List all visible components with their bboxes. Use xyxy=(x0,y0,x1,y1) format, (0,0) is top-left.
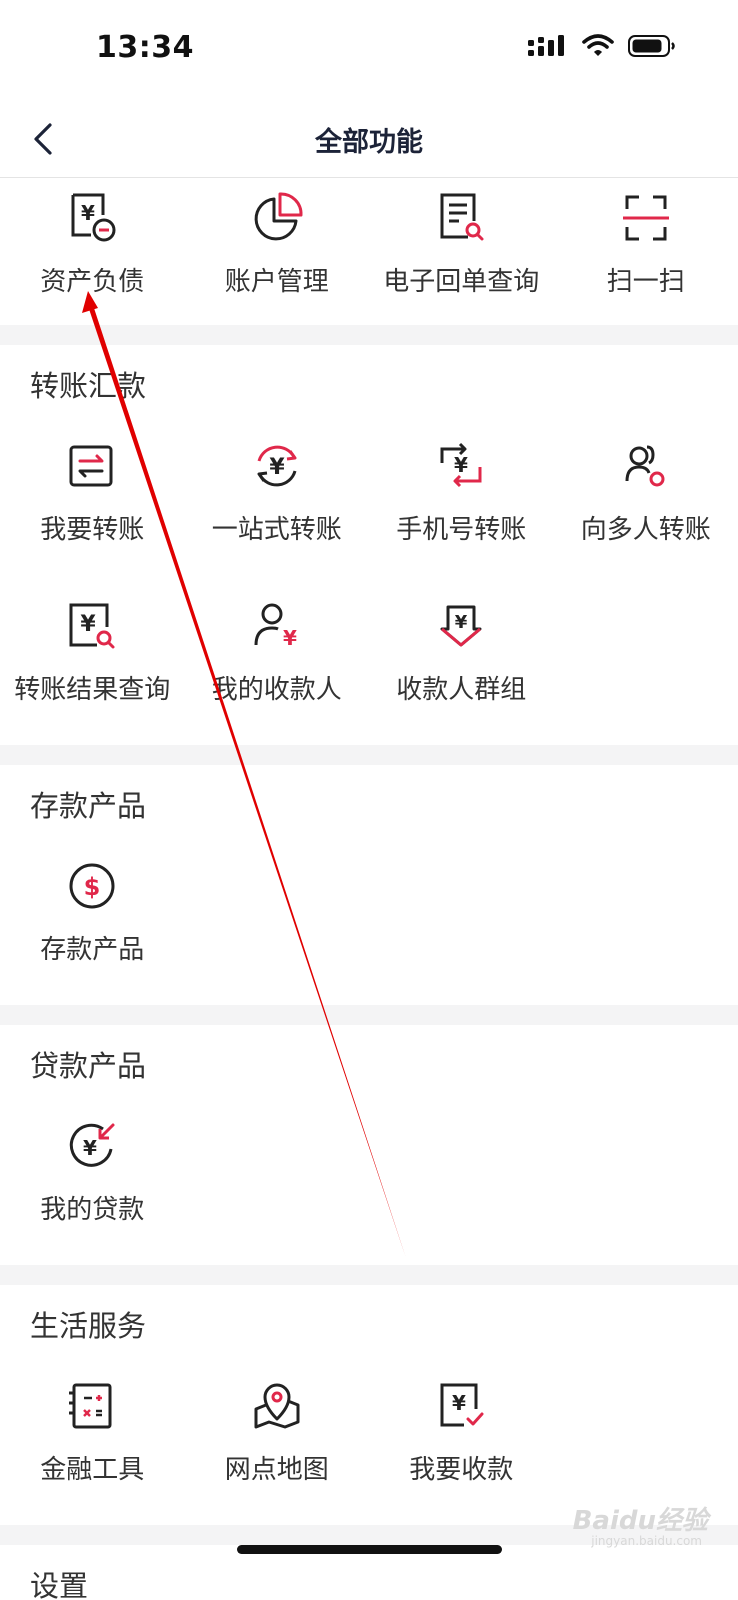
dollar-circle-icon: $ xyxy=(65,859,119,913)
home-indicator[interactable] xyxy=(237,1545,502,1554)
grid-item-label: 资产负债 xyxy=(40,267,145,297)
section-separator xyxy=(0,1005,738,1025)
status-icons xyxy=(528,34,676,58)
grid-item-label: 存款产品 xyxy=(40,935,145,965)
section-deposit: 存款产品 $ 存款产品 xyxy=(0,765,738,1005)
grid-item-label: 收款人群组 xyxy=(396,675,527,705)
grid-item-my-loans[interactable]: ¥ 我的贷款 xyxy=(0,1105,185,1265)
receipt-search-icon xyxy=(434,191,488,245)
transfer-icon xyxy=(65,439,119,493)
phone-transfer-icon: ¥ xyxy=(434,439,488,493)
payee-icon: ¥ xyxy=(250,599,304,653)
battery-icon xyxy=(628,35,675,57)
screen: 13:34 全部功能 ¥ 资产负债 账户管理 电子回单查询 扫一扫 转账汇款 我… xyxy=(0,0,738,1600)
grid-item-label: 扫一扫 xyxy=(606,267,685,297)
svg-text:¥: ¥ xyxy=(83,1136,97,1160)
grid-item-label: 账户管理 xyxy=(224,267,329,297)
loan-icon: ¥ xyxy=(65,1119,119,1173)
section-separator xyxy=(0,745,738,765)
function-list: ¥ 资产负债 账户管理 电子回单查询 扫一扫 转账汇款 我要转账 ¥ 一站式转账… xyxy=(0,179,738,1600)
grid-item-label: 金融工具 xyxy=(40,1455,145,1485)
grid-item-transfer-result-query[interactable]: ¥ 转账结果查询 xyxy=(0,585,185,745)
grid-item-deposit-products[interactable]: $ 存款产品 xyxy=(0,845,185,1005)
grid-item-label: 一站式转账 xyxy=(211,515,342,545)
asset-liability-icon: ¥ xyxy=(65,191,119,245)
grid-item-one-stop-transfer[interactable]: ¥ 一站式转账 xyxy=(185,425,370,585)
section-title: 存款产品 xyxy=(30,789,147,823)
section-separator xyxy=(0,1265,738,1285)
grid-item-label: 转账结果查询 xyxy=(14,675,171,705)
grid-item-label: 手机号转账 xyxy=(396,515,527,545)
grid-item-e-receipt-query[interactable]: 电子回单查询 xyxy=(369,179,554,325)
section-title: 贷款产品 xyxy=(30,1049,147,1083)
grid-item-label: 我的收款人 xyxy=(211,675,342,705)
grid-item-label: 网点地图 xyxy=(224,1455,329,1485)
grid-item-financial-tools[interactable]: 金融工具 xyxy=(0,1365,185,1525)
svg-text:¥: ¥ xyxy=(81,612,97,637)
grid-item-label: 我要转账 xyxy=(40,515,145,545)
status-bar: 13:34 xyxy=(0,0,738,100)
map-pin-icon xyxy=(250,1379,304,1433)
section-transfer: 转账汇款 我要转账 ¥ 一站式转账 ¥ 手机号转账 向多人转账 ¥ 转账结果查询… xyxy=(0,345,738,745)
grid-item-scan[interactable]: 扫一扫 xyxy=(554,179,738,325)
status-time: 13:34 xyxy=(96,30,194,65)
one-stop-transfer-icon: ¥ xyxy=(250,439,304,493)
grid-item-my-payees[interactable]: ¥ 我的收款人 xyxy=(185,585,370,745)
grid-item-transfer[interactable]: 我要转账 xyxy=(0,425,185,585)
svg-text:¥: ¥ xyxy=(454,453,468,477)
svg-text:¥: ¥ xyxy=(269,455,285,480)
scan-icon xyxy=(619,191,673,245)
grid-item-receive-money[interactable]: ¥ 我要收款 xyxy=(369,1365,554,1525)
wifi-icon xyxy=(582,34,614,56)
page-title: 全部功能 xyxy=(315,127,423,158)
payee-group-icon: ¥ xyxy=(434,599,488,653)
nav-bar: 全部功能 xyxy=(0,100,738,178)
grid-item-branch-map[interactable]: 网点地图 xyxy=(185,1365,370,1525)
quick-functions: ¥ 资产负债 账户管理 电子回单查询 扫一扫 xyxy=(0,179,738,325)
svg-text:¥: ¥ xyxy=(452,1391,466,1415)
grid-item-payee-group[interactable]: ¥ 收款人群组 xyxy=(369,585,554,745)
grid-item-label: 我要收款 xyxy=(409,1455,514,1485)
baidu-watermark-url: jingyan.baidu.com xyxy=(591,1534,702,1548)
grid-item-account-management[interactable]: 账户管理 xyxy=(185,179,370,325)
section-separator xyxy=(0,325,738,345)
grid-item-asset-liability[interactable]: ¥ 资产负债 xyxy=(0,179,185,325)
section-title: 转账汇款 xyxy=(30,369,147,403)
grid-item-label: 向多人转账 xyxy=(580,515,711,545)
baidu-watermark: Baidu经验 xyxy=(572,1506,708,1536)
calculator-icon xyxy=(65,1379,119,1433)
svg-text:$: $ xyxy=(84,873,101,901)
section-title: 生活服务 xyxy=(30,1309,147,1343)
svg-text:¥: ¥ xyxy=(283,626,297,650)
pie-chart-icon xyxy=(250,191,304,245)
receive-money-icon: ¥ xyxy=(434,1379,488,1433)
grid-item-label: 我的贷款 xyxy=(40,1195,145,1225)
grid-item-phone-transfer[interactable]: ¥ 手机号转账 xyxy=(369,425,554,585)
svg-text:¥: ¥ xyxy=(455,612,468,633)
section-loan: 贷款产品 ¥ 我的贷款 xyxy=(0,1025,738,1265)
grid-item-multi-transfer[interactable]: 向多人转账 xyxy=(554,425,738,585)
multi-transfer-icon xyxy=(619,439,673,493)
transfer-result-search-icon: ¥ xyxy=(65,599,119,653)
svg-text:¥: ¥ xyxy=(81,201,95,225)
section-life-services: 生活服务 金融工具 网点地图 ¥ 我要收款 xyxy=(0,1285,738,1525)
grid-item-label: 电子回单查询 xyxy=(383,267,540,297)
signal-icon xyxy=(528,35,564,56)
